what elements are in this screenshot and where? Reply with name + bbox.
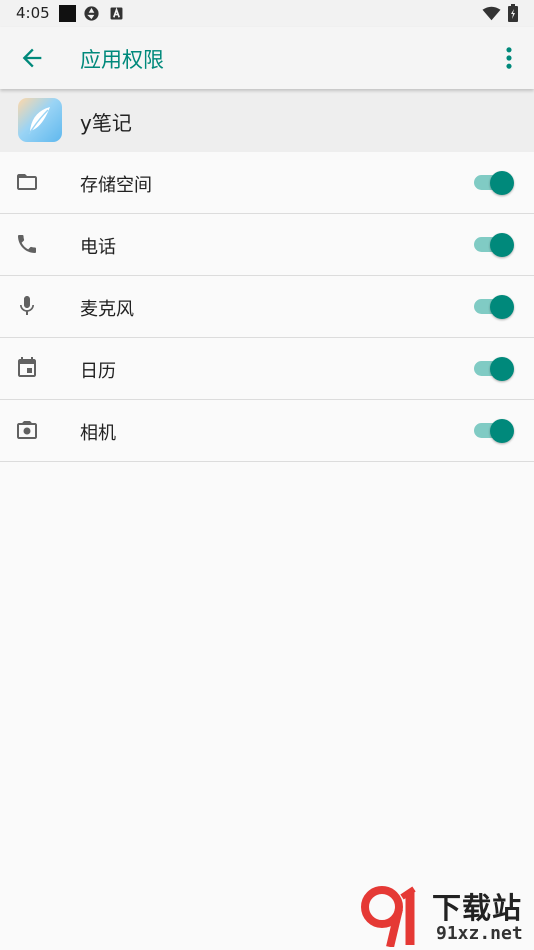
permission-row-microphone[interactable]: 麦克风 xyxy=(0,276,534,338)
aperture-icon xyxy=(84,6,99,21)
permission-label: 存储空间 xyxy=(80,175,152,196)
watermark-url: 91xz.net xyxy=(436,923,523,944)
watermark: 下载站 91xz.net xyxy=(360,885,530,947)
permission-label: 日历 xyxy=(80,361,116,382)
microphone-permission-toggle[interactable] xyxy=(474,294,514,320)
permission-row-camera[interactable]: 相机 xyxy=(0,400,534,462)
toggle-thumb xyxy=(490,419,514,443)
storage-permission-toggle[interactable] xyxy=(474,170,514,196)
status-bar: 4:05 xyxy=(0,0,534,27)
watermark-brand: 下载站 xyxy=(432,891,523,925)
phone-icon xyxy=(18,235,36,253)
calendar-icon xyxy=(18,357,36,377)
battery-icon xyxy=(508,4,518,22)
permission-label: 麦克风 xyxy=(80,299,134,320)
toggle-thumb xyxy=(490,357,514,381)
camera-icon xyxy=(17,421,37,439)
permission-row-calendar[interactable]: 日历 xyxy=(0,338,534,400)
more-vert-icon[interactable] xyxy=(498,44,520,72)
black-square-icon xyxy=(59,5,76,22)
page-title: 应用权限 xyxy=(80,48,164,72)
wifi-icon xyxy=(482,6,501,21)
phone-permission-toggle[interactable] xyxy=(474,232,514,258)
status-time: 4:05 xyxy=(16,4,50,22)
permission-label: 相机 xyxy=(80,423,116,444)
permission-row-storage[interactable]: 存储空间 xyxy=(0,152,534,214)
arrow-back-icon[interactable] xyxy=(18,44,46,72)
app-header: y笔记 xyxy=(0,89,534,152)
permission-row-phone[interactable]: 电话 xyxy=(0,214,534,276)
feather-app-icon xyxy=(18,98,62,142)
permission-list: 存储空间 电话 麦克风 日历 相机 xyxy=(0,152,534,462)
watermark-logo-icon xyxy=(361,886,416,947)
toggle-thumb xyxy=(490,233,514,257)
toggle-thumb xyxy=(490,295,514,319)
mic-icon xyxy=(20,296,34,315)
toggle-thumb xyxy=(490,171,514,195)
camera-permission-toggle[interactable] xyxy=(474,418,514,444)
permission-label: 电话 xyxy=(80,237,116,258)
folder-icon xyxy=(17,174,37,190)
app-bar: 应用权限 xyxy=(0,27,534,89)
app-name: y笔记 xyxy=(80,111,132,135)
a-box-icon xyxy=(110,7,123,20)
calendar-permission-toggle[interactable] xyxy=(474,356,514,382)
